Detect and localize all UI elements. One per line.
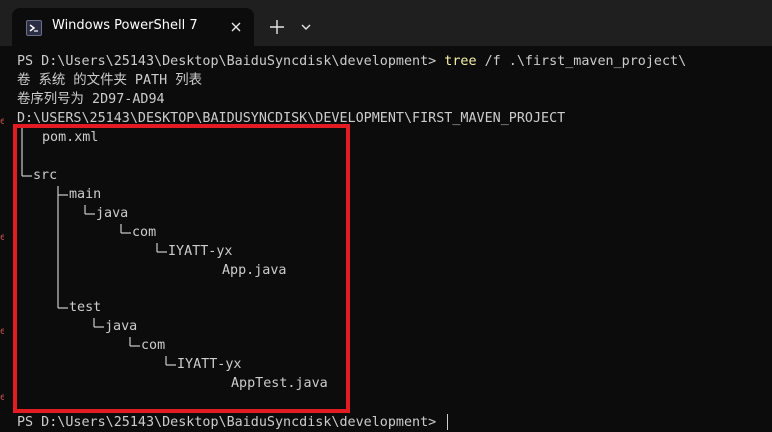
tree-item-main-pkg: IYATT-yx (168, 244, 233, 259)
tab-title: Windows PowerShell 7 (52, 18, 198, 33)
close-icon[interactable] (226, 17, 246, 37)
tree-item-test-java: java (105, 319, 138, 334)
title-bar[interactable]: Windows PowerShell 7 (0, 0, 772, 46)
terminal-window: Windows PowerShell 7 e e e e PS D:\Users… (0, 0, 772, 432)
tree-item-main-file: App.java (222, 263, 287, 278)
tree-item-src: src (33, 168, 58, 183)
tree-item-test-pkg: IYATT-yx (177, 357, 242, 372)
chevron-down-icon[interactable] (297, 18, 315, 36)
tab-powershell[interactable]: Windows PowerShell 7 (12, 8, 254, 46)
tree-item-main: main (69, 187, 102, 202)
tree-connectors (21, 128, 176, 366)
powershell-icon (26, 20, 42, 36)
prompt: PS D:\Users\25143\Desktop\BaiduSyncdisk\… (17, 415, 445, 430)
tree-item-pom: pom.xml (42, 130, 99, 145)
plus-icon[interactable] (266, 16, 288, 38)
scrollbar[interactable] (766, 46, 772, 432)
tree-item-test-com: com (141, 338, 166, 353)
tree-item-main-com: com (132, 225, 157, 240)
text-cursor (447, 414, 449, 430)
prompt-line[interactable]: PS D:\Users\25143\Desktop\BaiduSyncdisk\… (17, 413, 449, 432)
terminal-output[interactable]: e e e e PS D:\Users\25143\Desktop\BaiduS… (0, 46, 772, 432)
tree-item-main-java: java (96, 206, 129, 221)
tree-item-test-file: AppTest.java (231, 376, 328, 391)
tree-item-test: test (69, 300, 102, 315)
